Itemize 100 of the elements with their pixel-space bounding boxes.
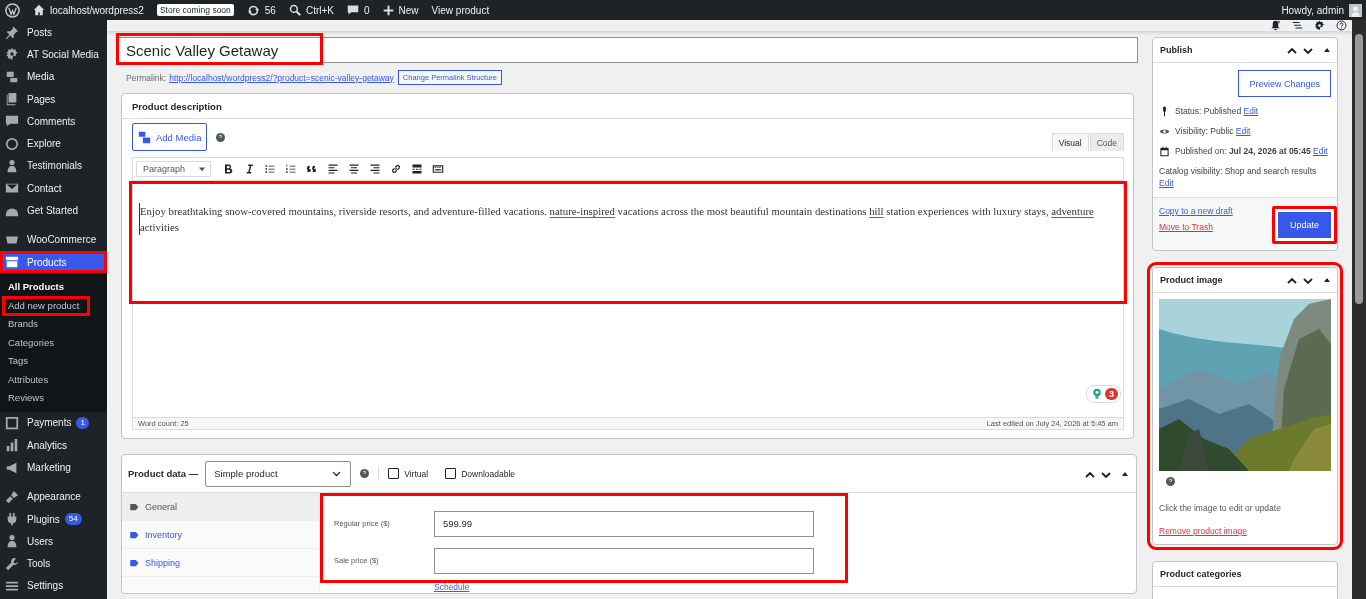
tab-icon <box>129 529 139 540</box>
preview-changes-button[interactable]: Preview Changes <box>1238 70 1331 97</box>
image-hint: Click the image to edit or update <box>1159 503 1282 513</box>
site-link[interactable]: localhost/wordpress2 <box>33 4 144 16</box>
submenu-item[interactable]: Tags <box>0 352 37 371</box>
sidebar-item[interactable]: Comments <box>0 110 107 133</box>
panel-controls-drawing[interactable] <box>1286 275 1332 285</box>
list-icon[interactable] <box>1292 20 1303 31</box>
new-link[interactable]: New <box>382 4 419 16</box>
megaphone-icon <box>5 460 19 475</box>
count-badge: 54 <box>64 513 82 526</box>
trash-link[interactable]: Move to Trash <box>1159 222 1233 232</box>
help-icon[interactable] <box>1166 477 1175 486</box>
sidebar-item[interactable]: Contact <box>0 177 107 200</box>
edit-link[interactable]: Edit <box>1235 126 1251 136</box>
search-link[interactable]: Ctrl+K <box>288 4 334 16</box>
sidebar-item[interactable]: Get Started <box>0 199 107 222</box>
comments-link[interactable]: 0 <box>347 4 370 16</box>
edit-link[interactable]: Edit <box>1243 106 1259 116</box>
grammar-badge[interactable]: 3 <box>1086 385 1121 403</box>
sidebar-item[interactable]: Posts <box>0 21 107 44</box>
sidebar-item[interactable]: Media <box>0 65 107 88</box>
sidebar-item[interactable]: Settings <box>0 574 107 598</box>
view-product-link[interactable]: View product <box>431 4 490 16</box>
help-icon[interactable] <box>216 132 226 142</box>
publish-info: Status: Published Edit <box>1175 105 1260 117</box>
format-select[interactable]: Paragraph <box>136 161 211 177</box>
product-data-tab[interactable]: Shipping <box>122 549 319 577</box>
sidebar-item[interactable]: Products <box>0 250 107 274</box>
publish-info: Catalog visibility: Shop and search results Edit <box>1159 165 1318 189</box>
align-center-icon[interactable] <box>348 163 360 175</box>
sidebar-item[interactable]: Tools <box>0 552 107 575</box>
sidebar-item[interactable]: Testimonials <box>0 154 107 178</box>
permalink-link[interactable]: http://localhost/wordpress2/?product=scenic-valley-getaway <box>169 72 394 83</box>
store-status-badge: Store coming soon <box>156 4 234 16</box>
panel-title: Product image <box>1160 275 1223 285</box>
edit-link[interactable]: Edit <box>1159 178 1174 188</box>
panel-controls-drawing[interactable] <box>1286 45 1332 55</box>
submenu-item[interactable]: All Products <box>0 278 72 297</box>
tab-icon <box>129 501 139 512</box>
person-icon <box>5 534 19 549</box>
sidebar-item[interactable]: Pages <box>0 87 107 111</box>
refresh-icon <box>246 3 260 17</box>
person-icon <box>5 158 19 173</box>
updates-link[interactable]: 56 <box>246 3 276 17</box>
title-field[interactable]: Scenic Valley Getaway <box>117 37 1138 63</box>
settings-icon[interactable] <box>1314 20 1325 31</box>
help-icon[interactable] <box>1336 20 1347 31</box>
bell-icon[interactable] <box>1270 20 1281 31</box>
sidebar-item[interactable]: Explore <box>0 132 107 155</box>
product-data-tab[interactable]: General <box>122 493 319 521</box>
editor-tab[interactable]: Code <box>1089 133 1124 151</box>
permalink-label: Permalink: <box>126 72 167 83</box>
align-right-icon[interactable] <box>369 163 381 175</box>
account-link[interactable]: Howdy, admin <box>1281 3 1362 17</box>
copy-draft-link[interactable]: Copy to a new draft <box>1159 206 1233 216</box>
panel-title: Product description <box>132 100 222 112</box>
submenu-item[interactable]: Reviews <box>0 389 52 408</box>
update-button[interactable]: Update <box>1272 206 1337 244</box>
submenu-item[interactable]: Attributes <box>0 370 57 390</box>
sidebar-item[interactable]: Plugins 54 <box>0 507 107 531</box>
link-icon[interactable] <box>390 163 402 175</box>
sidebar-item[interactable]: AT Social Media <box>0 43 107 66</box>
keyboard-icon[interactable] <box>432 163 444 175</box>
sidebar-item[interactable]: Analytics <box>0 434 107 457</box>
wrench-icon <box>5 556 19 571</box>
product-type-select[interactable]: Simple product <box>205 460 352 487</box>
editor-tab[interactable]: Visual <box>1051 133 1089 151</box>
read-more-icon[interactable] <box>411 163 423 175</box>
submenu-item[interactable]: Add new product <box>3 296 90 316</box>
sidebar-item[interactable]: WooCommerce <box>0 228 107 251</box>
sidebar-item[interactable]: Users <box>0 530 107 553</box>
checkbox[interactable] <box>388 468 400 479</box>
quote-icon[interactable] <box>306 163 318 175</box>
remove-image-link[interactable]: Remove product image <box>1159 526 1247 536</box>
submenu-item[interactable]: Brands <box>0 315 47 334</box>
panel-title: Product categories <box>1160 569 1242 579</box>
help-icon[interactable] <box>360 469 370 478</box>
sliders-icon <box>5 579 19 593</box>
panel-title: Product data — <box>128 468 199 479</box>
scrollbar[interactable] <box>1352 20 1366 599</box>
price-field[interactable] <box>434 547 814 574</box>
wordpress-logo-icon[interactable] <box>5 2 20 18</box>
checkbox-label: Virtual <box>404 468 429 479</box>
submenu-item[interactable]: Categories <box>0 333 62 353</box>
sidebar-item[interactable]: Payments 1 <box>0 411 107 435</box>
add-media-button[interactable]: Add Media <box>132 123 208 151</box>
schedule-link[interactable]: Schedule <box>434 582 1136 592</box>
checkbox[interactable] <box>445 468 457 479</box>
sidebar-item[interactable]: Marketing <box>0 456 107 479</box>
tab-icon <box>129 557 139 568</box>
pages-icon <box>5 92 19 107</box>
edit-link[interactable]: Edit <box>1313 146 1328 156</box>
product-data-tab[interactable]: Inventory <box>122 521 319 549</box>
bold-icon[interactable] <box>222 163 234 175</box>
price-field[interactable]: 599.99 <box>434 510 814 537</box>
description-text[interactable]: Enjoy breathtaking snow-covered mountains, riverside resorts, and adventure-filled vacations. nature-inspired vacations across the most beautiful mountain destinations hill station experiences with luxury stays, adventure activities <box>139 203 1105 235</box>
align-left-icon[interactable] <box>327 163 339 175</box>
count-badge: 1 <box>76 416 89 429</box>
sidebar-item[interactable]: Appearance <box>0 485 107 508</box>
